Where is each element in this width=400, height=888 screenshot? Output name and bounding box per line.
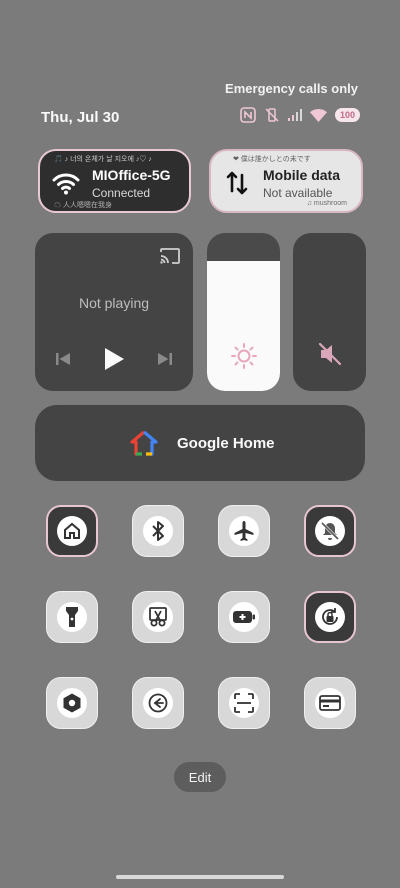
google-home-logo-icon bbox=[130, 430, 158, 461]
wifi-tile[interactable]: 🎵 ♪ 너의 온체가 날 지오에 ♪♡ ♪ MIOffice-5G Connec… bbox=[38, 149, 191, 213]
brightness-sun-icon bbox=[230, 342, 258, 375]
media-controls bbox=[55, 347, 173, 376]
bluetooth-icon bbox=[143, 516, 173, 546]
wifi-status-icon bbox=[309, 108, 327, 122]
card-icon bbox=[315, 688, 345, 718]
volume-slider[interactable] bbox=[293, 233, 366, 391]
settings-tile[interactable] bbox=[46, 677, 98, 729]
wifi-status: Connected bbox=[92, 186, 151, 200]
bluetooth-tile[interactable] bbox=[132, 505, 184, 557]
scan-icon bbox=[229, 688, 259, 718]
mobile-data-title: Mobile data bbox=[263, 167, 341, 183]
flashlight-tile[interactable] bbox=[46, 591, 98, 643]
mobile-data-status: Not available bbox=[263, 186, 333, 200]
media-player[interactable]: Not playing bbox=[35, 233, 193, 391]
google-home-label: Google Home bbox=[177, 435, 275, 452]
cast-icon[interactable] bbox=[159, 247, 181, 270]
bell-off-icon bbox=[315, 516, 345, 546]
scissors-icon bbox=[143, 602, 173, 632]
screenshot-tile[interactable] bbox=[132, 591, 184, 643]
flashlight-icon bbox=[57, 602, 87, 632]
home-tile[interactable] bbox=[46, 505, 98, 557]
airplane-icon bbox=[229, 516, 259, 546]
hexagon-settings-icon bbox=[57, 688, 87, 718]
mobile-data-arrows-icon bbox=[223, 169, 251, 197]
home-icon bbox=[57, 516, 87, 546]
volume-mute-icon bbox=[317, 341, 343, 372]
next-track-icon[interactable] bbox=[157, 351, 173, 372]
wifi-network-name: MIOffice-5G bbox=[92, 167, 171, 183]
brightness-slider[interactable] bbox=[207, 233, 280, 391]
mobile-data-tile[interactable]: ❤ 僕は誰かしとの未です Mobile data Not available ♫… bbox=[209, 149, 363, 213]
nfc-icon bbox=[240, 107, 256, 123]
status-icons: 100 bbox=[240, 107, 360, 123]
mobile-tile-decoration-top: ❤ 僕は誰かしとの未です bbox=[233, 156, 311, 163]
edit-button[interactable]: Edit bbox=[174, 762, 226, 792]
battery-saver-tile[interactable] bbox=[218, 591, 270, 643]
wifi-icon bbox=[52, 169, 80, 197]
rotation-lock-icon bbox=[315, 602, 345, 632]
battery-plus-icon bbox=[229, 602, 259, 632]
previous-track-icon[interactable] bbox=[55, 351, 71, 372]
wallet-tile[interactable] bbox=[304, 677, 356, 729]
battery-badge: 100 bbox=[334, 108, 360, 122]
wifi-tile-decoration-bottom: ☁ 人人嗯嗯在我身 bbox=[54, 202, 112, 209]
emergency-calls-label: Emergency calls only bbox=[225, 81, 358, 96]
signal-icon bbox=[287, 109, 302, 121]
google-home-button[interactable]: Google Home bbox=[35, 405, 365, 481]
scan-tile[interactable] bbox=[218, 677, 270, 729]
airplane-mode-tile[interactable] bbox=[218, 505, 270, 557]
mobile-tile-decoration-bottom: ♫ mushroom bbox=[306, 200, 347, 207]
rotation-lock-tile[interactable] bbox=[304, 591, 356, 643]
dnd-tile[interactable] bbox=[304, 505, 356, 557]
home-indicator[interactable] bbox=[116, 875, 284, 879]
wifi-tile-decoration-top: 🎵 ♪ 너의 온체가 날 지오에 ♪♡ ♪ bbox=[54, 156, 152, 163]
media-status: Not playing bbox=[78, 295, 150, 311]
date-label: Thu, Jul 30 bbox=[41, 109, 120, 126]
play-icon[interactable] bbox=[103, 347, 125, 376]
data-saver-tile[interactable] bbox=[132, 677, 184, 729]
vibrate-off-icon bbox=[264, 107, 280, 123]
data-saver-icon bbox=[143, 688, 173, 718]
